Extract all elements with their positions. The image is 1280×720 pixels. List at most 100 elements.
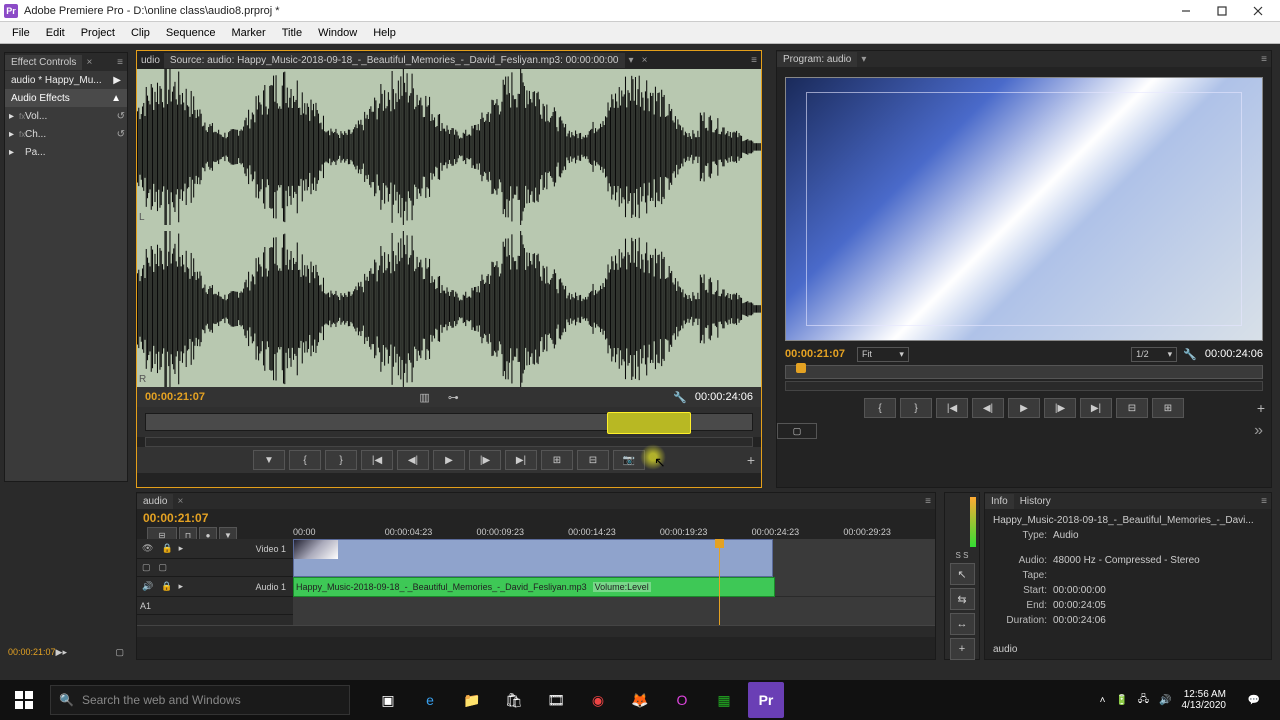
timeline-ruler[interactable]: 00:00 00:00:04:23 00:00:09:23 00:00:14:2… bbox=[293, 509, 935, 539]
start-button[interactable] bbox=[0, 680, 48, 720]
volume-icon[interactable]: 🔊 bbox=[1159, 695, 1171, 706]
more-icon[interactable]: » bbox=[1254, 422, 1263, 440]
search-input[interactable]: 🔍 Search the web and Windows bbox=[50, 685, 350, 715]
twirl-icon[interactable]: ▸ bbox=[9, 147, 14, 158]
tray-expand-icon[interactable]: ˄ bbox=[1100, 695, 1106, 706]
sequence-tab[interactable]: audio bbox=[137, 494, 173, 509]
timeline-current-time[interactable]: 00:00:21:07 bbox=[143, 511, 287, 525]
audio-track-sub[interactable]: A1 bbox=[137, 597, 293, 615]
menu-sequence[interactable]: Sequence bbox=[158, 25, 224, 41]
program-tab-dropdown-icon[interactable]: ▾ bbox=[857, 54, 870, 65]
video-track-header[interactable]: 👁🔒▸Video 1 bbox=[137, 539, 293, 559]
menu-project[interactable]: Project bbox=[73, 25, 123, 41]
program-video[interactable] bbox=[785, 77, 1263, 341]
rate-tool[interactable]: ↔ bbox=[950, 613, 975, 635]
menu-marker[interactable]: Marker bbox=[223, 25, 273, 41]
panel-menu-icon[interactable]: ≡ bbox=[921, 496, 935, 507]
menu-title[interactable]: Title bbox=[274, 25, 310, 41]
program-tab[interactable]: Program: audio bbox=[777, 52, 857, 67]
add-button-icon[interactable]: + bbox=[747, 452, 755, 468]
ec-clip-row[interactable]: audio * Happy_Mu...▶ bbox=[5, 71, 127, 89]
extract-button[interactable]: ⊞ bbox=[1152, 398, 1184, 418]
go-to-in-button[interactable]: |◀ bbox=[361, 450, 393, 470]
project-timecode[interactable]: 00:00:21:07 bbox=[8, 647, 56, 657]
source-tab-dropdown-icon[interactable]: ▾ bbox=[625, 55, 638, 66]
settings-icon[interactable]: 🔧 bbox=[673, 391, 687, 404]
video-clip[interactable] bbox=[293, 539, 773, 577]
mark-in-button[interactable]: ▼ bbox=[253, 450, 285, 470]
solo-mute[interactable]: S S bbox=[945, 551, 979, 560]
source-navigator[interactable] bbox=[145, 437, 753, 447]
opera-icon[interactable]: O bbox=[664, 682, 700, 718]
close-tab-icon[interactable]: × bbox=[638, 55, 652, 66]
source-audio-label[interactable]: udio bbox=[137, 53, 164, 68]
playhead-icon[interactable] bbox=[796, 363, 806, 373]
play-button[interactable]: ▶ bbox=[433, 450, 465, 470]
lock-icon[interactable]: 🔒 bbox=[159, 543, 174, 554]
step-back-button[interactable]: ◀| bbox=[397, 450, 429, 470]
menu-file[interactable]: File bbox=[4, 25, 38, 41]
store-icon[interactable]: 🛍 bbox=[496, 682, 532, 718]
video-track-sub[interactable]: ▢▢ bbox=[137, 559, 293, 577]
go-to-out-button[interactable]: ▶| bbox=[505, 450, 537, 470]
tab-history[interactable]: History bbox=[1014, 494, 1057, 509]
export-frame-button[interactable]: 📷 bbox=[613, 450, 645, 470]
zoom-fit-dropdown[interactable]: Fit▾ bbox=[857, 347, 909, 362]
panel-menu-icon[interactable]: ≡ bbox=[113, 57, 127, 68]
go-to-in-button[interactable]: |◀ bbox=[936, 398, 968, 418]
network-icon[interactable]: 🖧 bbox=[1138, 692, 1149, 709]
file-explorer-icon[interactable]: 📁 bbox=[454, 682, 490, 718]
step-back-button[interactable]: ◀| bbox=[972, 398, 1004, 418]
effect-panner[interactable]: ▸Pa... bbox=[5, 143, 127, 161]
effect-controls-tab[interactable]: Effect Controls×≡ bbox=[5, 53, 127, 71]
twirl-icon[interactable]: ▸ bbox=[178, 581, 183, 592]
audio-effects-section[interactable]: Audio Effects▲ bbox=[5, 89, 127, 107]
insert-button[interactable]: ⊞ bbox=[541, 450, 573, 470]
minimize-button[interactable] bbox=[1168, 1, 1204, 21]
play-button[interactable]: ▶ bbox=[1008, 398, 1040, 418]
tab-info[interactable]: Info bbox=[985, 494, 1014, 509]
arrow-right-icon[interactable]: ▶ bbox=[113, 75, 121, 86]
level-dropdown[interactable]: Volume:Level bbox=[593, 582, 651, 592]
source-scrubber[interactable] bbox=[137, 407, 761, 437]
audio-track-header[interactable]: 🔊🔒▸Audio 1 bbox=[137, 577, 293, 597]
scrubber-handle[interactable] bbox=[607, 412, 692, 434]
close-tab-icon[interactable]: × bbox=[173, 496, 187, 507]
drag-audio-icon[interactable]: ⊶ bbox=[444, 391, 463, 404]
twirl-icon[interactable]: ▸ bbox=[9, 111, 14, 122]
toggle-icon[interactable]: ▢ bbox=[140, 562, 153, 573]
menu-window[interactable]: Window bbox=[310, 25, 365, 41]
selection-tool[interactable]: ↖ bbox=[950, 563, 975, 585]
export-frame-button[interactable]: ▢ bbox=[777, 423, 817, 439]
close-button[interactable] bbox=[1240, 1, 1276, 21]
overwrite-button[interactable]: ⊟ bbox=[577, 450, 609, 470]
program-navigator[interactable] bbox=[785, 381, 1263, 391]
drag-video-icon[interactable]: ▥ bbox=[415, 391, 433, 404]
reset-icon[interactable]: ↺ bbox=[117, 111, 125, 122]
close-tab-icon[interactable]: × bbox=[82, 57, 96, 68]
panel-menu-icon[interactable]: ≡ bbox=[747, 55, 761, 66]
twirl-icon[interactable]: ▸ bbox=[179, 543, 184, 554]
eye-icon[interactable]: 👁 bbox=[140, 543, 155, 554]
source-tab[interactable]: Source: audio: Happy_Music-2018-09-18_-_… bbox=[164, 53, 625, 68]
panel-menu-icon[interactable]: ≡ bbox=[1257, 496, 1271, 507]
in-point-button[interactable]: { bbox=[289, 450, 321, 470]
mark-out-button[interactable]: } bbox=[900, 398, 932, 418]
clock[interactable]: 12:56 AM 4/13/2020 bbox=[1182, 689, 1227, 711]
more-tool[interactable]: + bbox=[950, 638, 975, 660]
task-view-icon[interactable]: ▣ bbox=[370, 682, 406, 718]
media-icon[interactable]: ◉ bbox=[580, 682, 616, 718]
firefox-icon[interactable]: 🦊 bbox=[622, 682, 658, 718]
premiere-icon[interactable]: Pr bbox=[748, 682, 784, 718]
section-toggle-icon[interactable]: ▲ bbox=[111, 93, 121, 104]
go-to-out-button[interactable]: ▶| bbox=[1080, 398, 1112, 418]
speaker-icon[interactable]: 🔊 bbox=[140, 581, 155, 592]
mark-in-button[interactable]: { bbox=[864, 398, 896, 418]
reset-icon[interactable]: ↺ bbox=[117, 129, 125, 140]
step-forward-button[interactable]: |▶ bbox=[469, 450, 501, 470]
lift-button[interactable]: ⊟ bbox=[1116, 398, 1148, 418]
sync-icon[interactable]: ▢ bbox=[157, 562, 170, 573]
menu-help[interactable]: Help bbox=[365, 25, 404, 41]
step-forward-button[interactable]: |▶ bbox=[1044, 398, 1076, 418]
twirl-icon[interactable]: ▸ bbox=[9, 129, 14, 140]
